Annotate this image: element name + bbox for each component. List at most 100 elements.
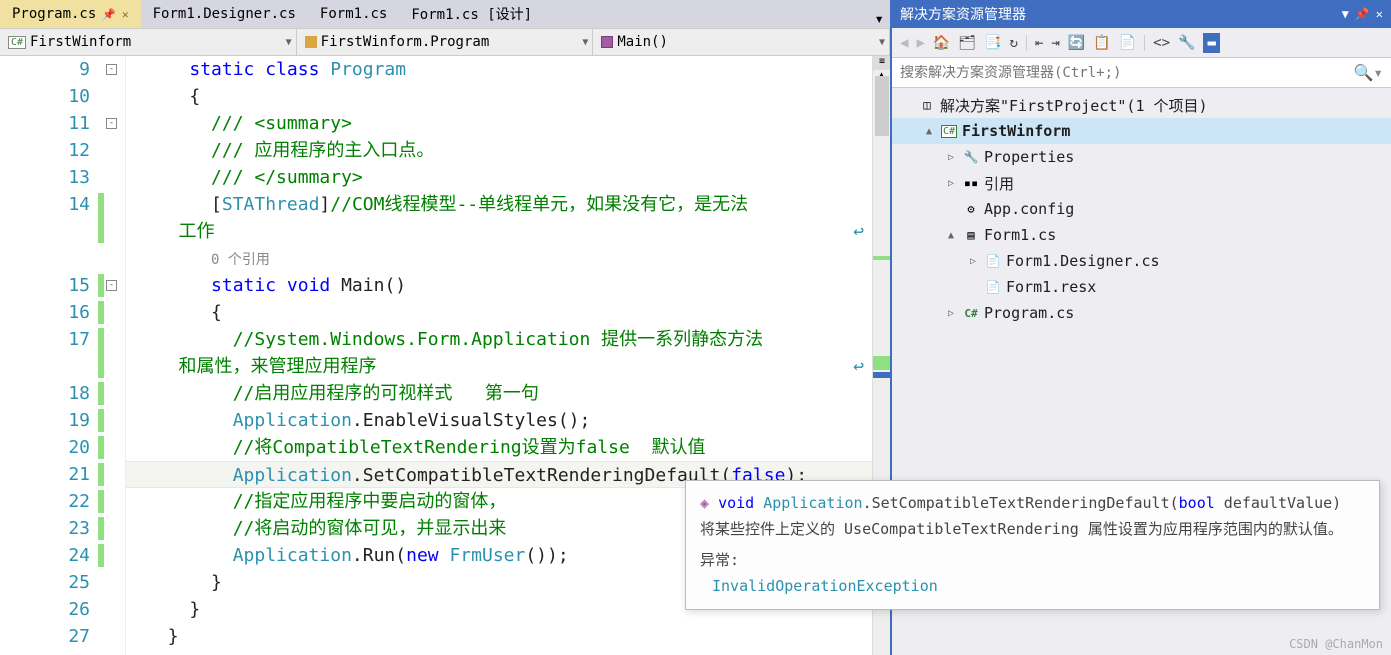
tree-item[interactable]: ▷ 📄Form1.Designer.cs: [892, 248, 1391, 274]
method-icon: ◈: [700, 494, 709, 512]
tab-program-cs[interactable]: Program.cs 📌 ✕: [0, 0, 141, 28]
tab-form1-cs[interactable]: Form1.cs: [308, 0, 399, 28]
pin-icon[interactable]: 📌: [1355, 7, 1370, 21]
tree-node-icon: 📄: [984, 278, 1002, 296]
tree-arrow-icon[interactable]: ▷: [966, 256, 980, 267]
code-line[interactable]: 0 个引用: [126, 245, 872, 272]
wrench-icon[interactable]: 🔧: [1178, 35, 1195, 51]
line-gutter: 9101112131415161718192021222324252627: [0, 56, 98, 655]
code-line[interactable]: static void Main(): [126, 272, 872, 299]
tree-item[interactable]: 📄Form1.resx: [892, 274, 1391, 300]
code-line[interactable]: //将CompatibleTextRendering设置为false 默认值: [126, 434, 872, 461]
tree-label: Form1.resx: [1006, 278, 1096, 296]
crumb-method[interactable]: Main() ▼: [593, 29, 890, 55]
tree-label: 引用: [984, 173, 1014, 194]
tab-form1-designer[interactable]: Form1.Designer.cs: [141, 0, 308, 28]
tree-node-icon: C#: [940, 122, 958, 140]
dropdown-icon[interactable]: ▼: [1342, 7, 1349, 21]
tree-item[interactable]: ▷ 🔧Properties: [892, 144, 1391, 170]
class-icon: [305, 36, 317, 48]
search-dropdown-icon[interactable]: ▾: [1373, 63, 1383, 82]
search-input[interactable]: [900, 65, 1353, 81]
tree-node-icon: ▤: [962, 226, 980, 244]
tree-label: Program.cs: [984, 304, 1074, 322]
tooltip-param-type: bool: [1179, 494, 1215, 512]
tree-arrow-icon[interactable]: ▲: [944, 230, 958, 241]
code-line[interactable]: //启用应用程序的可视样式 第一句: [126, 380, 872, 407]
tree-label: 解决方案"FirstProject"(1 个项目): [940, 95, 1208, 116]
code-line[interactable]: [STAThread]//COM线程模型--单线程单元，如果没有它，是无法 工作…: [126, 191, 872, 245]
tab-close-icon[interactable]: ✕: [122, 8, 129, 21]
refresh-icon[interactable]: ↻: [1010, 35, 1018, 51]
separator: [1144, 35, 1145, 51]
tree-node-icon: ⚙: [962, 200, 980, 218]
tree-node-icon: 📄: [984, 252, 1002, 270]
tree-node-icon: 🔧: [962, 148, 980, 166]
tree-item[interactable]: ◫解决方案"FirstProject"(1 个项目): [892, 92, 1391, 118]
copy-icon[interactable]: 📋: [1093, 35, 1110, 51]
code-line[interactable]: static class Program: [126, 56, 872, 83]
tree-label: App.config: [984, 200, 1074, 218]
expand-icon[interactable]: ⇥: [1051, 35, 1059, 51]
tab-pin-icon[interactable]: 📌: [102, 8, 116, 21]
forward-icon[interactable]: ▶: [916, 35, 924, 51]
tree-arrow-icon[interactable]: ▷: [944, 178, 958, 189]
fold-toggle-icon[interactable]: -: [106, 280, 117, 291]
tooltip-method: .SetCompatibleTextRenderingDefault(: [863, 494, 1179, 512]
code-line[interactable]: }: [126, 623, 872, 650]
tree-item[interactable]: ▲ C#FirstWinform: [892, 118, 1391, 144]
scroll-mark: [873, 256, 890, 260]
code-line[interactable]: Application.EnableVisualStyles();: [126, 407, 872, 434]
code-line[interactable]: {: [126, 299, 872, 326]
tree-arrow-icon[interactable]: ▲: [922, 126, 936, 137]
scroll-caret-mark: [873, 372, 890, 378]
code-line[interactable]: {: [126, 83, 872, 110]
tooltip-exception: 异常: InvalidOperationException: [700, 548, 1365, 599]
code-line[interactable]: /// 应用程序的主入口点。: [126, 137, 872, 164]
tree-node-icon: ◫: [918, 96, 936, 114]
method-icon: [601, 36, 613, 48]
separator: [1026, 35, 1027, 51]
show-all-icon[interactable]: 📑: [984, 35, 1001, 51]
tree-arrow-icon[interactable]: ▷: [944, 308, 958, 319]
csharp-icon: C#: [8, 36, 26, 49]
fold-toggle-icon[interactable]: -: [106, 64, 117, 75]
tree-item[interactable]: ▷▪▪引用: [892, 170, 1391, 196]
refresh2-icon[interactable]: 🔄: [1068, 35, 1085, 51]
tabs-dropdown-icon[interactable]: ▾: [868, 9, 890, 28]
crumb-namespace[interactable]: C# FirstWinform ▼: [0, 29, 297, 55]
split-handle-icon[interactable]: ≡: [873, 56, 890, 70]
tab-form1-design[interactable]: Form1.cs [设计]: [399, 0, 544, 28]
tree-arrow-icon[interactable]: ▷: [944, 152, 958, 163]
home-icon[interactable]: 🏠: [933, 35, 950, 51]
copy2-icon[interactable]: 📄: [1119, 35, 1136, 51]
crumb-label: FirstWinform: [30, 34, 131, 50]
scroll-thumb[interactable]: [875, 76, 889, 136]
code-line[interactable]: /// <summary>: [126, 110, 872, 137]
chevron-down-icon[interactable]: ▼: [286, 37, 292, 48]
sync-icon[interactable]: 🗂: [958, 35, 976, 51]
tree-item[interactable]: ▲ ▤Form1.cs: [892, 222, 1391, 248]
search-icon[interactable]: 🔍: [1353, 63, 1373, 82]
explorer-title: 解决方案资源管理器: [900, 4, 1026, 24]
code-line[interactable]: //System.Windows.Form.Application 提供一系列静…: [126, 326, 872, 380]
back-icon[interactable]: ◀: [900, 35, 908, 51]
tree-label: Properties: [984, 148, 1074, 166]
fold-toggle-icon[interactable]: -: [106, 118, 117, 129]
crumb-class[interactable]: FirstWinform.Program▼: [297, 29, 594, 55]
explorer-titlebar: 解决方案资源管理器 ▼ 📌 ✕: [892, 0, 1391, 28]
close-icon[interactable]: ✕: [1376, 7, 1383, 21]
chevron-down-icon[interactable]: ▼: [879, 37, 885, 48]
chevron-down-icon[interactable]: ▼: [582, 37, 588, 48]
explorer-search: 🔍 ▾: [892, 58, 1391, 88]
crumb-label: Main(): [617, 34, 668, 50]
collapse-icon[interactable]: ⇤: [1035, 35, 1043, 51]
tree-label: Form1.cs: [984, 226, 1056, 244]
filter-icon[interactable]: ▬: [1203, 33, 1219, 53]
code-line[interactable]: /// </summary>: [126, 164, 872, 191]
tree-item[interactable]: ▷C#Program.cs: [892, 300, 1391, 326]
tree-label: Form1.Designer.cs: [1006, 252, 1160, 270]
tree-label: FirstWinform: [962, 122, 1070, 140]
tree-item[interactable]: ⚙App.config: [892, 196, 1391, 222]
code-icon[interactable]: <>: [1153, 35, 1170, 51]
